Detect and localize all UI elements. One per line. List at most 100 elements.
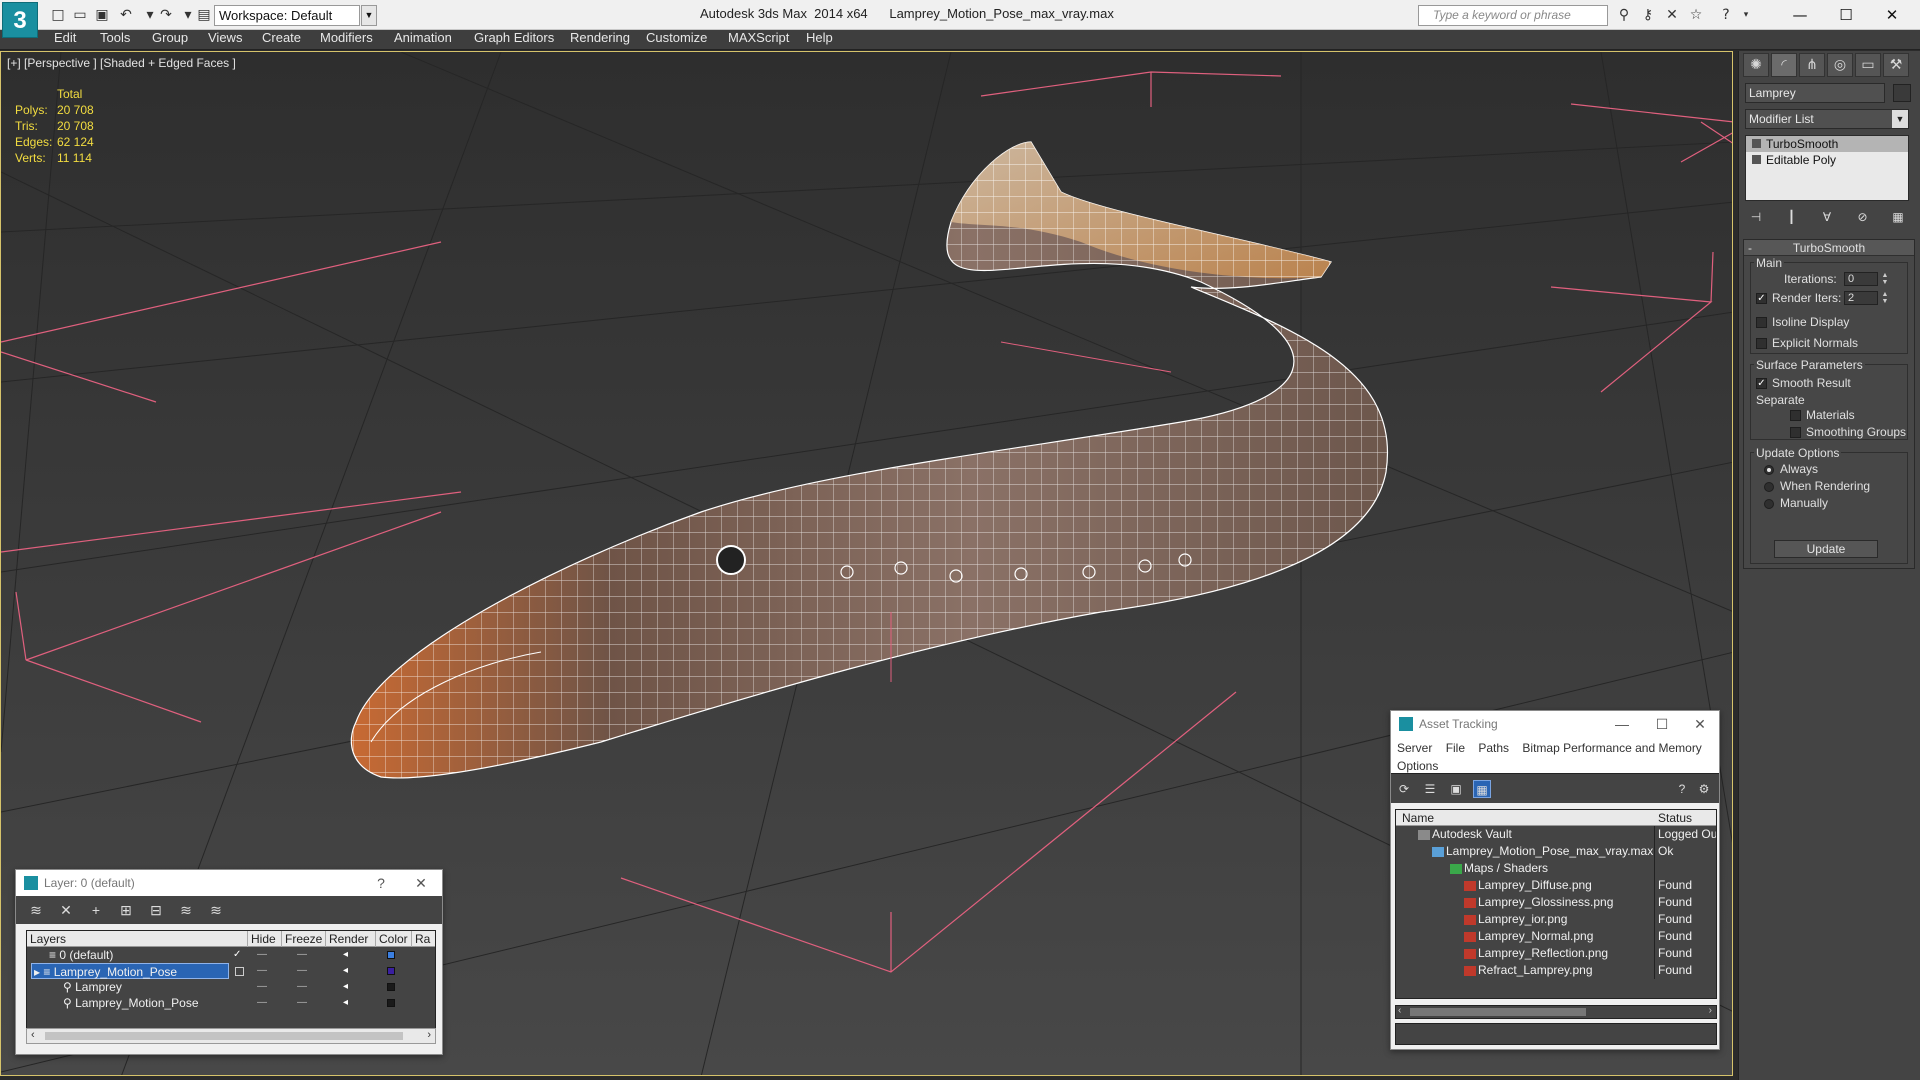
smooth-result-checkbox[interactable]: ✓	[1756, 378, 1767, 389]
favorites-star-icon[interactable]: ☆	[1686, 5, 1706, 25]
close-button[interactable]: ✕	[404, 870, 438, 896]
refresh-icon[interactable]: ⟳	[1395, 780, 1413, 798]
add-to-layer-icon[interactable]: +	[86, 901, 106, 919]
help-icon[interactable]: ?	[1716, 5, 1736, 25]
list-view-icon[interactable]: ☰	[1421, 780, 1439, 798]
workspace-dropdown[interactable]: Workspace: Default ▼	[214, 5, 377, 26]
stack-item-editable-poly[interactable]: Editable Poly	[1746, 152, 1908, 168]
expand-plus-icon[interactable]	[1752, 155, 1761, 164]
settings-icon[interactable]: ⚙	[1695, 780, 1713, 798]
iterations-spinner[interactable]: 0	[1844, 272, 1878, 286]
layer-manager-titlebar[interactable]: Layer: 0 (default) ? ✕	[16, 870, 442, 896]
create-layer-icon[interactable]: ≋	[26, 901, 46, 919]
table-row[interactable]: Lamprey_Diffuse.png Found	[1396, 877, 1716, 894]
when-rendering-radio[interactable]	[1764, 482, 1774, 492]
column-color[interactable]: Color	[375, 931, 408, 947]
remove-modifier-icon[interactable]: ⊘	[1852, 207, 1874, 227]
menu-group[interactable]: Group	[146, 30, 194, 50]
table-row[interactable]: Lamprey_ior.png Found	[1396, 911, 1716, 928]
pin-stack-icon[interactable]: ⊣	[1745, 207, 1767, 227]
create-tab-icon[interactable]: ✺	[1743, 53, 1769, 77]
active-layer-check-icon[interactable]: ✓	[233, 947, 241, 963]
column-render[interactable]: Render	[325, 931, 368, 947]
menu-graph-editors[interactable]: Graph Editors	[468, 30, 560, 50]
table-view-icon[interactable]: ▦	[1473, 780, 1491, 798]
freeze-toggle[interactable]: —	[297, 979, 307, 995]
binoculars-icon[interactable]: ⚲	[1614, 5, 1634, 25]
menu-maxscript[interactable]: MAXScript	[722, 30, 795, 50]
chevron-down-icon[interactable]: ▼	[361, 5, 377, 26]
hide-toggle[interactable]: —	[257, 979, 267, 995]
help-dropdown-icon[interactable]: ▾	[1736, 5, 1756, 25]
menu-options[interactable]: Options	[1397, 759, 1438, 773]
app-logo[interactable]: 3	[2, 2, 38, 38]
horizontal-scrollbar[interactable]: ‹ ›	[1395, 1005, 1717, 1019]
freeze-toggle[interactable]: —	[297, 995, 307, 1011]
maximize-button[interactable]: ☐	[1645, 711, 1679, 737]
stack-item-turbosmooth[interactable]: TurboSmooth	[1746, 136, 1908, 152]
select-in-layer-icon[interactable]: ⊞	[116, 901, 136, 919]
layer-color-swatch[interactable]	[387, 999, 395, 1007]
close-button[interactable]: ✕	[1683, 711, 1717, 737]
layer-row[interactable]: ⚲ Lamprey — — ◂	[27, 979, 435, 995]
scrollbar-thumb[interactable]	[1410, 1008, 1586, 1016]
spinner-arrows-icon[interactable]: ▲ ▼	[1880, 291, 1890, 305]
layer-color-swatch[interactable]	[387, 967, 395, 975]
horizontal-scrollbar[interactable]: ‹ ›	[26, 1028, 436, 1044]
freeze-toggle[interactable]: —	[297, 963, 307, 979]
column-name[interactable]: Name	[1402, 810, 1434, 826]
layer-row[interactable]: ▸ ≡ Lamprey_Motion_Pose — — ◂	[27, 963, 435, 979]
thumbnail-view-icon[interactable]: ▣	[1447, 780, 1465, 798]
render-iters-spinner[interactable]: 2	[1844, 291, 1878, 305]
help-icon[interactable]: ?	[364, 870, 398, 896]
table-row[interactable]: Refract_Lamprey.png Found	[1396, 962, 1716, 979]
make-unique-icon[interactable]: ∀	[1816, 207, 1838, 227]
render-teapot-icon[interactable]: ◂	[343, 995, 348, 1011]
hide-toggle[interactable]: —	[257, 947, 267, 963]
table-row[interactable]: Lamprey_Glossiness.png Found	[1396, 894, 1716, 911]
freeze-toggle[interactable]: —	[297, 947, 307, 963]
column-radiosity[interactable]: Ra	[411, 931, 430, 947]
chevron-right-icon[interactable]: ›	[427, 1029, 431, 1041]
explicit-normals-checkbox[interactable]	[1756, 338, 1767, 349]
layer-color-swatch[interactable]	[387, 983, 395, 991]
manually-radio[interactable]	[1764, 499, 1774, 509]
viewport-label[interactable]: [+] [Perspective ] [Shaded + Edged Faces…	[7, 56, 236, 70]
hide-toggle[interactable]: —	[257, 963, 267, 979]
materials-checkbox[interactable]	[1790, 410, 1801, 421]
lightbulb-icon[interactable]	[1752, 139, 1761, 148]
menu-views[interactable]: Views	[202, 30, 248, 50]
smoothing-groups-checkbox[interactable]	[1790, 427, 1801, 438]
minimize-button[interactable]: —	[1780, 4, 1820, 26]
new-file-icon[interactable]: □	[48, 5, 68, 25]
delete-layer-icon[interactable]: ✕	[56, 901, 76, 919]
chevron-left-icon[interactable]: ‹	[1398, 1005, 1401, 1016]
spinner-arrows-icon[interactable]: ▲ ▼	[1880, 272, 1890, 286]
chevron-right-icon[interactable]: ›	[1709, 1005, 1712, 1016]
object-color-swatch[interactable]	[1893, 84, 1911, 102]
display-tab-icon[interactable]: ▭	[1855, 53, 1881, 77]
isoline-display-checkbox[interactable]	[1756, 317, 1767, 328]
always-radio[interactable]	[1764, 465, 1774, 475]
redo-icon[interactable]: ↷	[156, 5, 176, 25]
hide-all-icon[interactable]: ≋	[176, 901, 196, 919]
render-iters-checkbox[interactable]: ✓	[1756, 293, 1767, 304]
project-folder-icon[interactable]: ▤	[194, 5, 214, 25]
save-file-icon[interactable]: ▣	[92, 5, 112, 25]
minimize-button[interactable]: —	[1605, 711, 1639, 737]
menu-edit[interactable]: Edit	[48, 30, 82, 50]
menu-server[interactable]: Server	[1397, 741, 1432, 755]
utilities-tab-icon[interactable]: ⚒	[1883, 53, 1909, 77]
menu-bitmap-performance[interactable]: Bitmap Performance and Memory	[1522, 741, 1701, 755]
scrollbar-thumb[interactable]	[45, 1032, 403, 1040]
table-row[interactable]: Lamprey_Motion_Pose_max_vray.max Ok	[1396, 843, 1716, 860]
column-hide[interactable]: Hide	[247, 931, 276, 947]
modifier-list-dropdown[interactable]: Modifier List ▼	[1745, 109, 1909, 129]
rollout-header[interactable]: - TurboSmooth	[1744, 240, 1914, 256]
collapse-icon[interactable]: -	[1748, 240, 1752, 256]
table-row[interactable]: Autodesk Vault Logged Out	[1396, 826, 1716, 843]
object-name-field[interactable]: Lamprey	[1745, 83, 1885, 103]
asset-tracking-titlebar[interactable]: Asset Tracking — ☐ ✕	[1391, 711, 1719, 737]
show-end-result-icon[interactable]: ┃	[1781, 207, 1803, 227]
configure-sets-icon[interactable]: ▦	[1887, 207, 1909, 227]
